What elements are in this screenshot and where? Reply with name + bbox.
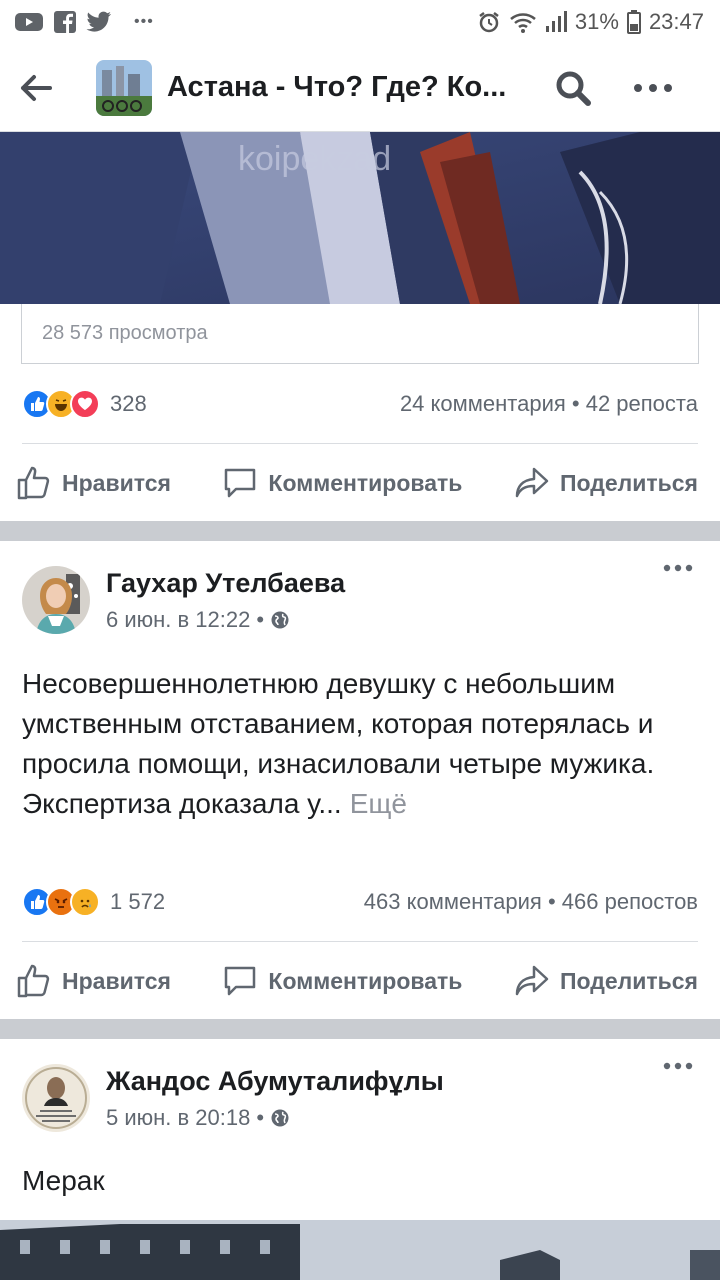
video-player[interactable]: koipekzad bbox=[0, 132, 720, 304]
share-button[interactable]: Поделиться bbox=[514, 465, 698, 501]
reaction-icons[interactable]: 1 572 bbox=[22, 887, 165, 917]
post-separator bbox=[0, 521, 720, 541]
globe-icon bbox=[271, 611, 289, 628]
comments-shares[interactable]: 24 комментария • 42 репоста bbox=[400, 391, 698, 417]
wifi-icon bbox=[510, 13, 536, 33]
author-name[interactable]: Гаухар Утелбаева bbox=[106, 568, 658, 599]
comment-icon bbox=[225, 468, 256, 498]
system-indicators: 31% 23:47 bbox=[477, 9, 704, 35]
post-timestamp: 5 июн. в 20:18 • bbox=[106, 1105, 658, 1131]
share-icon bbox=[515, 467, 549, 498]
share-count[interactable]: 42 репоста bbox=[586, 391, 698, 416]
post-body: Несовершеннолетнюю девушку с небольшим у… bbox=[22, 668, 655, 819]
globe-icon bbox=[271, 1109, 289, 1126]
more-notifications: ••• bbox=[134, 13, 154, 30]
reaction-count: 328 bbox=[110, 391, 147, 416]
back-button[interactable] bbox=[20, 60, 76, 116]
search-icon bbox=[556, 71, 591, 106]
clock: 23:47 bbox=[648, 9, 704, 34]
divider bbox=[22, 443, 698, 444]
youtube-icon bbox=[15, 13, 43, 31]
comment-button[interactable]: Комментировать bbox=[222, 465, 462, 501]
post-separator bbox=[0, 1019, 720, 1039]
comments-shares[interactable]: 463 комментария • 466 репостов bbox=[364, 889, 698, 915]
share-label: Поделиться bbox=[559, 469, 698, 496]
group-avatar[interactable] bbox=[96, 59, 152, 116]
post-options-button[interactable] bbox=[658, 564, 698, 604]
post3-text: Мерак bbox=[22, 1161, 702, 1201]
twitter-icon bbox=[86, 11, 111, 32]
view-count-text: 28 573 просмотра bbox=[42, 322, 208, 344]
post3-image[interactable] bbox=[0, 1220, 720, 1280]
like-label: Нравится bbox=[62, 469, 171, 496]
notification-icons: ••• bbox=[14, 11, 154, 33]
post-timestamp: 6 июн. в 12:22 • bbox=[106, 607, 658, 633]
share-count[interactable]: 466 репостов bbox=[562, 889, 698, 914]
comment-label: Комментировать bbox=[268, 469, 463, 496]
post-meta: Жандос Абумуталифұлы 5 июн. в 20:18 • bbox=[106, 1066, 658, 1131]
timestamp-text[interactable]: 6 июн. в 12:22 bbox=[106, 607, 250, 633]
video-watermark: koipekzad bbox=[238, 140, 391, 178]
battery-icon bbox=[626, 10, 641, 34]
sad-reaction-icon bbox=[70, 887, 100, 917]
app-header: Астана - Что? Где? Ко... bbox=[0, 44, 720, 132]
post-meta: Гаухар Утелбаева 6 июн. в 12:22 • bbox=[106, 568, 658, 633]
like-button[interactable]: Нравится bbox=[16, 465, 171, 501]
comment-count[interactable]: 463 комментария bbox=[364, 889, 542, 914]
battery-percent: 31% bbox=[574, 9, 619, 34]
reaction-icons[interactable]: 328 bbox=[22, 389, 147, 419]
search-button[interactable] bbox=[543, 58, 603, 118]
divider bbox=[22, 941, 698, 942]
post2-text: Несовершеннолетнюю девушку с небольшим у… bbox=[22, 664, 702, 824]
post1-actions: Нравится Комментировать Поделиться bbox=[0, 453, 720, 513]
post1-reactions-summary: 328 24 комментария • 42 репоста bbox=[22, 384, 698, 424]
share-button[interactable]: Поделиться bbox=[514, 963, 698, 999]
post3-header: Жандос Абумуталифұлы 5 июн. в 20:18 • bbox=[22, 1058, 698, 1138]
post2-header: Гаухар Утелбаева 6 июн. в 12:22 • bbox=[22, 560, 698, 640]
status-bar: ••• 31% 23:47 bbox=[0, 0, 720, 44]
author-name[interactable]: Жандос Абумуталифұлы bbox=[106, 1066, 658, 1097]
post-body: Мерак bbox=[22, 1165, 105, 1196]
timestamp-text[interactable]: 5 июн. в 20:18 bbox=[106, 1105, 250, 1131]
comment-icon bbox=[225, 966, 256, 996]
like-button[interactable]: Нравится bbox=[16, 963, 171, 999]
like-icon bbox=[17, 466, 50, 500]
comment-count[interactable]: 24 комментария bbox=[400, 391, 566, 416]
view-count: 28 573 просмотра bbox=[21, 304, 699, 364]
love-reaction-icon bbox=[70, 389, 100, 419]
more-icon bbox=[634, 83, 672, 92]
signal-icon bbox=[545, 11, 567, 32]
avatar[interactable] bbox=[22, 566, 90, 634]
post2-actions: Нравится Комментировать Поделиться bbox=[0, 951, 720, 1011]
comment-button[interactable]: Комментировать bbox=[222, 963, 462, 999]
share-icon bbox=[515, 965, 549, 996]
share-label: Поделиться bbox=[559, 967, 698, 994]
page-title: Астана - Что? Где? Ко... bbox=[167, 71, 507, 103]
reaction-count: 1 572 bbox=[110, 889, 166, 914]
avatar[interactable] bbox=[22, 1064, 90, 1132]
like-label: Нравится bbox=[62, 967, 171, 994]
post-options-button[interactable] bbox=[658, 1062, 698, 1102]
comment-label: Комментировать bbox=[268, 967, 463, 994]
more-button[interactable] bbox=[623, 58, 683, 118]
more-icon bbox=[663, 1062, 693, 1070]
alarm-icon bbox=[479, 12, 499, 33]
see-more-link[interactable]: Ещё bbox=[350, 788, 407, 819]
more-icon bbox=[663, 564, 693, 572]
like-icon bbox=[17, 964, 50, 998]
back-arrow-icon bbox=[21, 74, 52, 101]
facebook-icon bbox=[54, 11, 76, 33]
post2-reactions-summary: 1 572 463 комментария • 466 репостов bbox=[22, 882, 698, 922]
